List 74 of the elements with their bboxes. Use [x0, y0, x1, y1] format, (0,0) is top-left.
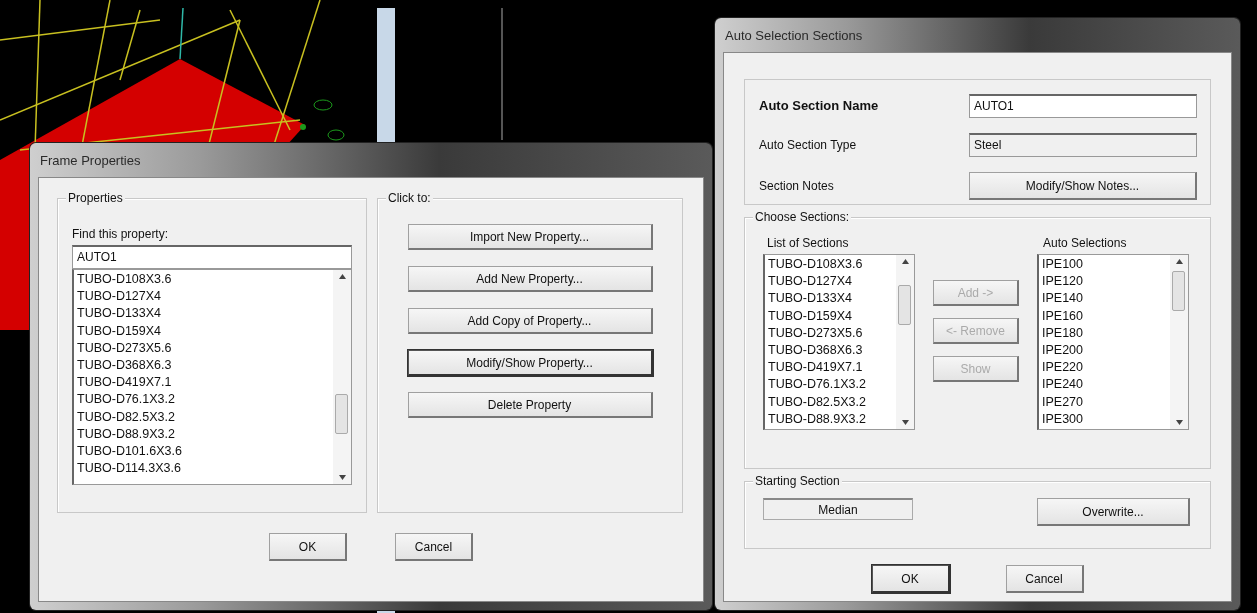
list-item[interactable]: TUBO-D108X3.6	[77, 271, 330, 289]
list-item[interactable]: IPE200	[1042, 342, 1167, 360]
scrollbar[interactable]	[896, 255, 914, 429]
list-label: Auto Selections	[1042, 236, 1128, 250]
list-item[interactable]: TUBO-D419X7.1	[768, 359, 893, 377]
scroll-up-icon[interactable]	[338, 274, 346, 279]
auto-selection-list[interactable]: IPE100 IPE120 IPE140 IPE160 IPE180 IPE200 IPE220 IPE240 IPE270 IPE300	[1037, 254, 1189, 430]
starting-section-field: Median	[763, 498, 913, 520]
list-item[interactable]: TUBO-D88.9X3.2	[77, 425, 330, 444]
name-field[interactable]: AUTO1	[969, 93, 1197, 118]
list-item[interactable]: TUBO-D82.5X3.2	[768, 393, 893, 411]
property-list[interactable]: TUBO-D108X3.6 TUBO-D127X4 TUBO-D133X4 TUBO-D159X4 TUBO-D273X5.6 TUBO-D368X6.3 TUBO-D419X7.1 TUBO-D76.1X3.2 TUBO-D82.5X3.2 TUBO-D88.9X3.2 TUBO-D101.6X3.6 TUBO-D114.3X3.6	[72, 269, 352, 485]
list-item[interactable]: TUBO-D114.3X3.6	[77, 460, 330, 478]
field-label: Auto Section Type	[759, 138, 858, 152]
field-label: Find this property:	[72, 227, 170, 241]
group-label: Starting Section	[753, 474, 842, 488]
list-item[interactable]: TUBO-D273X5.6	[768, 324, 893, 342]
list-label: List of Sections	[766, 236, 850, 250]
list-item[interactable]: IPE270	[1042, 393, 1167, 411]
list-item[interactable]: TUBO-D76.1X3.2	[768, 376, 893, 394]
scroll-up-icon[interactable]	[1175, 259, 1183, 264]
list-item[interactable]: IPE140	[1042, 290, 1167, 308]
list-item[interactable]: TUBO-D82.5X3.2	[77, 408, 330, 426]
list-item[interactable]: TUBO-D101.6X3.6	[77, 443, 330, 461]
scrollbar[interactable]	[1170, 255, 1188, 429]
scroll-down-icon[interactable]	[338, 475, 346, 480]
action-button[interactable]: Import New Property...	[407, 224, 653, 250]
scroll-up-icon[interactable]	[901, 259, 909, 264]
section-list[interactable]: TUBO-D108X3.6 TUBO-D127X4 TUBO-D133X4 TUBO-D159X4 TUBO-D273X5.6 TUBO-D368X6.3 TUBO-D419X7.1 TUBO-D76.1X3.2 TUBO-D82.5X3.2 TUBO-D88.9X3.2	[763, 254, 915, 430]
scrollbar[interactable]	[333, 270, 351, 484]
search-field[interactable]: AUTO1	[72, 245, 352, 269]
list-item[interactable]: IPE240	[1042, 376, 1167, 394]
type-field: Steel	[969, 133, 1197, 157]
list-item[interactable]: IPE160	[1042, 307, 1167, 325]
list-item[interactable]: TUBO-D159X4	[77, 322, 330, 340]
list-item[interactable]: IPE220	[1042, 359, 1167, 377]
list-item[interactable]: TUBO-D368X6.3	[768, 342, 893, 360]
scroll-thumb[interactable]	[898, 285, 911, 325]
action-button[interactable]: Delete Property	[407, 392, 653, 418]
list-item[interactable]: TUBO-D419X7.1	[77, 374, 330, 392]
group-label: Properties	[66, 191, 125, 205]
group-label: Choose Sections:	[753, 210, 852, 224]
field-label: Section Notes	[759, 179, 835, 194]
scroll-down-icon[interactable]	[901, 420, 909, 425]
list-item[interactable]: TUBO-D127X4	[768, 273, 893, 291]
action-button[interactable]: Add New Property...	[407, 266, 653, 292]
overwrite-button[interactable]: Overwrite...	[1037, 498, 1190, 526]
list-item[interactable]: TUBO-D133X4	[77, 305, 330, 323]
scroll-thumb[interactable]	[1172, 271, 1185, 311]
list-item[interactable]: TUBO-D159X4	[768, 307, 893, 325]
cancel-button[interactable]: Cancel	[1005, 565, 1084, 593]
list-item[interactable]: IPE180	[1042, 324, 1167, 342]
list-item[interactable]: TUBO-D76.1X3.2	[77, 391, 330, 409]
window-title: Auto Selection Sections	[724, 26, 864, 45]
action-button[interactable]: Modify/Show Property...	[407, 350, 653, 376]
cancel-button[interactable]: Cancel	[395, 533, 473, 561]
list-item[interactable]: TUBO-D368X6.3	[77, 357, 330, 375]
list-item[interactable]: TUBO-D127X4	[77, 288, 330, 306]
group-label: Click to:	[386, 191, 433, 205]
action-button[interactable]: Add Copy of Property...	[407, 308, 653, 334]
list-item[interactable]: IPE300	[1042, 410, 1167, 429]
scroll-down-icon[interactable]	[1175, 420, 1183, 425]
list-item[interactable]: TUBO-D273X5.6	[77, 339, 330, 357]
ok-button[interactable]: OK	[871, 565, 950, 593]
scroll-thumb[interactable]	[335, 394, 348, 434]
notes-button[interactable]: Modify/Show Notes...	[969, 172, 1197, 201]
list-item[interactable]: TUBO-D108X3.6	[768, 256, 893, 274]
list-item[interactable]: IPE120	[1042, 273, 1167, 291]
ok-button[interactable]: OK	[269, 533, 347, 561]
field-label: Auto Section Name	[759, 98, 880, 114]
list-item[interactable]: TUBO-D88.9X3.2	[768, 410, 893, 429]
window-title: Frame Properties	[39, 151, 142, 170]
list-item[interactable]: IPE100	[1042, 256, 1167, 274]
list-item[interactable]: TUBO-D133X4	[768, 290, 893, 308]
